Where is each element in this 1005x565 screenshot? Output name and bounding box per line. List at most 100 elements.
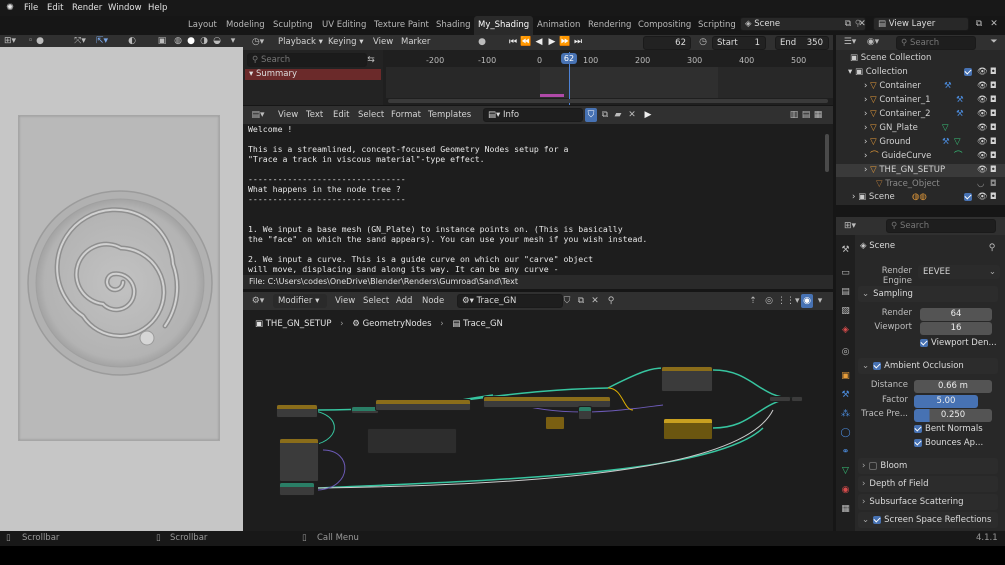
visibility-eye-icon[interactable]: 👁: [977, 150, 988, 163]
keying-menu[interactable]: Keying ▾: [328, 37, 364, 47]
fake-user-icon[interactable]: ⛉: [585, 108, 597, 122]
outliner-scene[interactable]: › ▣ Scene ◍◍ 👁 ◘: [836, 191, 1005, 204]
node[interactable]: [769, 396, 791, 402]
bounces-approx-checkbox[interactable]: Bounces Ap...: [914, 438, 983, 448]
end-frame-field[interactable]: End 350: [775, 36, 829, 50]
unlink-icon[interactable]: ✕: [589, 294, 601, 308]
pin-icon[interactable]: ⚲: [986, 241, 998, 255]
duplicate-icon[interactable]: ⧉: [575, 294, 587, 308]
render-camera-icon[interactable]: ◘: [990, 164, 997, 177]
properties-editor-icon[interactable]: ⊞▾: [842, 219, 858, 233]
render-camera-icon[interactable]: ◘: [990, 178, 997, 191]
playhead-frame-label[interactable]: 62: [561, 53, 577, 64]
modifier-tab-icon[interactable]: ⚒: [838, 388, 853, 402]
play-reverse-icon[interactable]: ◀: [533, 35, 545, 50]
parent-node-icon[interactable]: ⇡: [747, 294, 759, 308]
sampling-viewport-field[interactable]: 16: [920, 322, 992, 335]
word-wrap-icon[interactable]: ▤: [801, 108, 811, 122]
marker-menu[interactable]: Marker: [401, 37, 430, 47]
outliner-editor-icon[interactable]: ☰▾: [842, 35, 858, 50]
tab-shading[interactable]: Shading: [432, 16, 475, 35]
text-menu-select[interactable]: Select: [358, 110, 384, 120]
node[interactable]: [663, 418, 713, 440]
node-editor-canvas[interactable]: ▣ THE_GN_SETUP › ⚙ GeometryNodes › ▤ Tra…: [243, 310, 833, 531]
sampling-render-field[interactable]: 64: [920, 308, 992, 321]
run-script-icon[interactable]: ▶: [642, 108, 654, 122]
menu-window[interactable]: Window: [106, 0, 144, 16]
physics-tab-icon[interactable]: ◯: [838, 426, 853, 440]
outliner-collection[interactable]: ▾ ▣ Collection 👁 ◘: [836, 66, 1005, 79]
node[interactable]: [545, 416, 565, 430]
particles-tab-icon[interactable]: ⁂: [838, 407, 853, 421]
text-menu-view[interactable]: View: [278, 110, 298, 120]
node[interactable]: [578, 406, 592, 420]
hidden-eye-icon[interactable]: ◡: [977, 178, 984, 191]
blender-logo-icon[interactable]: ✺: [3, 1, 17, 15]
modifier-icon[interactable]: ⚒: [944, 80, 952, 93]
new-scene-icon[interactable]: ⧉: [842, 17, 854, 31]
text-menu-edit[interactable]: Edit: [333, 110, 349, 120]
node[interactable]: [791, 396, 803, 402]
timeline-search[interactable]: ⚲ Search: [247, 53, 367, 67]
fake-user-icon[interactable]: ⛉: [561, 294, 573, 308]
visibility-eye-icon[interactable]: 👁: [977, 122, 988, 135]
record-icon[interactable]: ●: [475, 35, 489, 50]
outliner-item[interactable]: › ▽ Container_2 ⚒ 👁 ◘: [836, 108, 1005, 121]
start-frame-field[interactable]: Start 1: [712, 36, 766, 50]
open-folder-icon[interactable]: ▰: [612, 108, 624, 122]
outliner-search[interactable]: ⚲ Search: [896, 36, 976, 50]
node-editor-type-icon[interactable]: ⚙▾: [249, 294, 267, 308]
section-depth-of-field[interactable]: › Depth of Field: [858, 476, 998, 492]
texture-tab-icon[interactable]: ▦: [838, 502, 853, 516]
curve-data-icon[interactable]: ⌒: [954, 150, 963, 163]
modifier-context-dropdown[interactable]: Modifier ▾: [273, 294, 327, 308]
section-bloom[interactable]: › Bloom: [858, 458, 998, 474]
outliner-item[interactable]: › ▽ GN_Plate ▽ 👁 ◘: [836, 122, 1005, 135]
node[interactable]: [279, 438, 319, 482]
outliner-scene-collection[interactable]: ▣ Scene Collection: [836, 52, 1005, 65]
node[interactable]: [661, 366, 713, 392]
visibility-eye-icon[interactable]: 👁: [977, 164, 988, 177]
swap-icon[interactable]: ⇆: [365, 53, 377, 67]
node-tree-field[interactable]: ⚙▾ Trace_GN: [457, 294, 563, 308]
outliner-item[interactable]: › ▽ Container_1 ⚒ 👁 ◘: [836, 94, 1005, 107]
node[interactable]: [279, 482, 315, 496]
modifier-icon[interactable]: ⚒: [956, 108, 964, 121]
tab-sculpting[interactable]: Sculpting: [269, 16, 317, 35]
exclude-checkbox[interactable]: [964, 66, 975, 79]
delete-scene-icon[interactable]: ✕: [856, 17, 868, 31]
new-view-layer-icon[interactable]: ⧉: [973, 17, 985, 31]
bent-normals-checkbox[interactable]: Bent Normals: [914, 424, 983, 434]
jump-end-icon[interactable]: ⏭: [572, 35, 584, 50]
snap-icon[interactable]: ◎: [763, 294, 775, 308]
render-engine-dropdown[interactable]: EEVEE ⌄: [918, 265, 1000, 279]
render-camera-icon[interactable]: ◘: [990, 191, 997, 204]
outliner-item[interactable]: › ⌒ GuideCurve ⌒ 👁 ◘: [836, 150, 1005, 163]
node-menu-add[interactable]: Add: [396, 296, 412, 306]
3d-viewport[interactable]: [0, 47, 243, 531]
node-menu-view[interactable]: View: [335, 296, 355, 306]
overlay-toggle-icon[interactable]: ◉: [801, 294, 813, 308]
viewport-denoise-checkbox[interactable]: Viewport Den...: [920, 338, 997, 348]
text-datablock-field[interactable]: ▤▾ Info: [483, 108, 583, 122]
tab-compositing[interactable]: Compositing: [634, 16, 695, 35]
visibility-eye-icon[interactable]: 👁: [977, 66, 988, 79]
visibility-eye-icon[interactable]: 👁: [977, 80, 988, 93]
view-menu[interactable]: View: [373, 37, 393, 47]
outliner-item[interactable]: › ▽ Ground ⚒ ▽ 👁 ◘: [836, 136, 1005, 149]
output-tab-icon[interactable]: ▤: [838, 285, 853, 299]
world-tab-icon[interactable]: ◎: [838, 345, 853, 359]
timeline-scrollbar[interactable]: [388, 99, 828, 103]
jump-start-icon[interactable]: ⏮: [507, 35, 519, 50]
visibility-eye-icon[interactable]: 👁: [977, 191, 988, 204]
menu-edit[interactable]: Edit: [45, 0, 65, 16]
visibility-eye-icon[interactable]: 👁: [977, 94, 988, 107]
view-layer-tab-icon[interactable]: ▧: [838, 304, 853, 318]
ao-trace-slider[interactable]: 0.250: [914, 409, 992, 422]
render-camera-icon[interactable]: ◘: [990, 80, 997, 93]
menu-help[interactable]: Help: [146, 0, 169, 16]
properties-search[interactable]: ⚲ Search: [886, 219, 996, 233]
pin-icon[interactable]: ⚲: [605, 294, 617, 308]
view-layer-selector[interactable]: ▤ View Layer: [873, 17, 969, 31]
text-scrollbar[interactable]: [825, 134, 829, 172]
